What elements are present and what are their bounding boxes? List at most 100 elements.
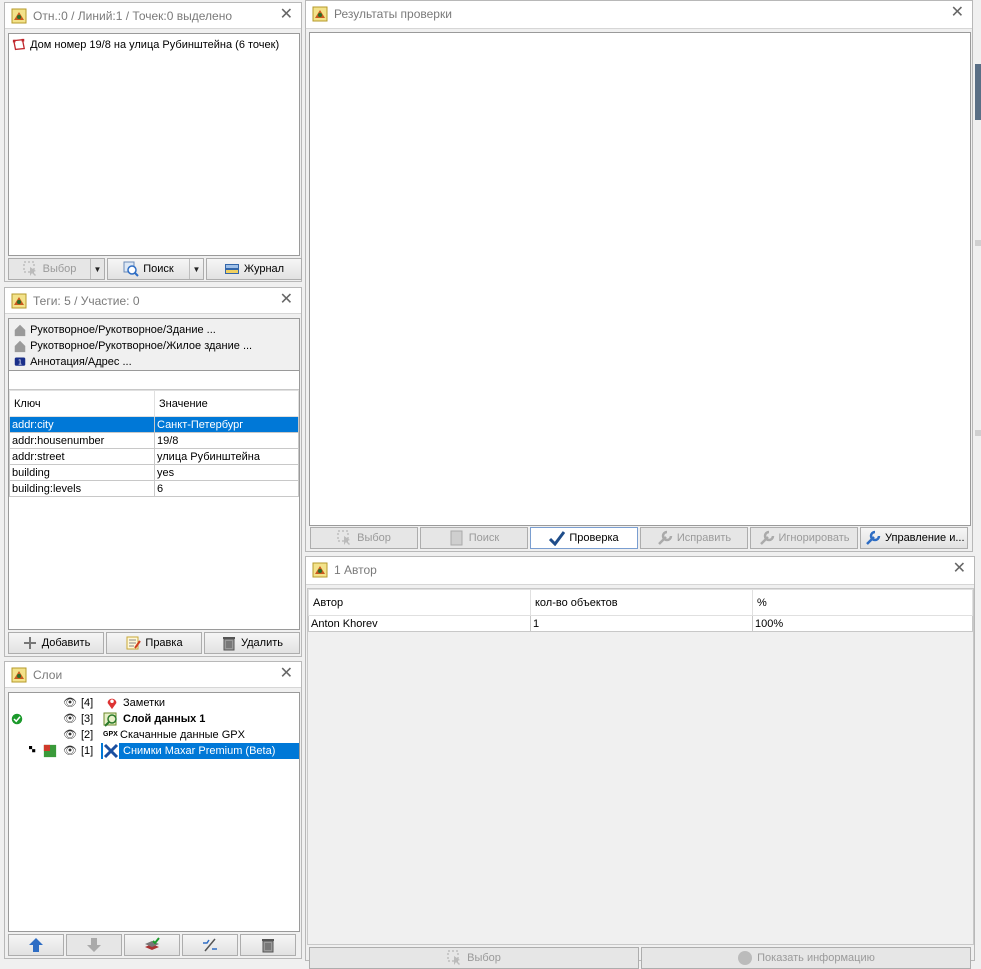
tag-key[interactable]: addr:city — [9, 416, 155, 433]
tag-value[interactable]: 19/8 — [154, 432, 299, 449]
history-button[interactable]: Журнал — [206, 258, 302, 280]
column-header-count[interactable]: кол-во объектов — [530, 589, 753, 616]
info-icon — [738, 951, 753, 965]
table-row[interactable]: addr:street улица Рубинштейна — [9, 448, 299, 465]
selection-list[interactable]: Дом номер 19/8 на улица Рубинштейна (6 т… — [8, 33, 300, 256]
eye-icon[interactable]: 👁 — [63, 711, 77, 727]
tag-key[interactable]: building:levels — [9, 480, 155, 497]
josm-logo-icon — [11, 8, 27, 24]
validation-panel-title: Результаты проверки — [334, 7, 452, 21]
imagery-adjust-icon[interactable] — [43, 744, 57, 758]
author-count[interactable]: 1 — [530, 615, 753, 632]
tags-table: Ключ Значение addr:city Санкт-Петербург … — [9, 390, 299, 497]
search-button[interactable]: Поиск ▼ — [107, 258, 204, 280]
validation-panel-titlebar[interactable]: Результаты проверки ✕ — [306, 1, 972, 29]
layer-row-notes[interactable]: 👁 [4] Заметки — [9, 695, 299, 711]
layers-panel-titlebar[interactable]: Слои ✕ — [5, 662, 301, 688]
selection-panel-titlebar[interactable]: Отн.:0 / Линий:1 / Точек:0 выделено ✕ — [5, 3, 301, 29]
preset-link[interactable]: Рукотворное/Рукотворное/Здание ... — [9, 322, 299, 338]
validation-results-tree[interactable] — [309, 32, 971, 526]
select-cursor-icon — [23, 261, 36, 276]
tag-key[interactable]: addr:housenumber — [9, 432, 155, 449]
house-icon — [14, 340, 26, 353]
wrench-icon — [657, 530, 673, 545]
selection-panel-title: Отн.:0 / Линий:1 / Точек:0 выделено — [33, 9, 232, 23]
move-up-button[interactable] — [8, 934, 64, 956]
authors-panel-titlebar[interactable]: 1 Автор ✕ — [306, 557, 974, 585]
column-header-percent[interactable]: % — [752, 589, 973, 616]
tag-key[interactable]: addr:street — [9, 448, 155, 465]
selection-item-label: Дом номер 19/8 на улица Рубинштейна (6 т… — [30, 39, 280, 51]
validate-button[interactable]: Проверка — [530, 527, 638, 549]
tag-key[interactable]: building — [9, 464, 155, 481]
tags-table-area[interactable]: Ключ Значение addr:city Санкт-Петербург … — [8, 370, 300, 630]
ignore-button[interactable]: Игнорировать — [750, 527, 858, 549]
delete-layer-button[interactable] — [240, 934, 296, 956]
josm-logo-icon — [11, 293, 27, 309]
layer-row-data[interactable]: 👁 [3] Слой данных 1 — [9, 711, 299, 727]
layers-list[interactable]: 👁 [4] Заметки 👁 [3] Слой данных 1 👁 [2] … — [8, 692, 300, 932]
fix-button[interactable]: Исправить — [640, 527, 748, 549]
close-icon[interactable]: ✕ — [280, 666, 293, 682]
edit-tag-button[interactable]: Правка — [106, 632, 202, 654]
table-row[interactable]: building yes — [9, 464, 299, 481]
table-row[interactable]: addr:city Санкт-Петербург — [9, 416, 299, 433]
table-row[interactable]: Anton Khorev 1 100% — [308, 615, 973, 632]
close-icon[interactable]: ✕ — [953, 561, 966, 577]
tag-value[interactable]: Санкт-Петербург — [154, 416, 299, 433]
chevron-down-icon[interactable]: ▼ — [189, 259, 203, 279]
tags-panel-titlebar[interactable]: Теги: 5 / Участие: 0 ✕ — [5, 288, 301, 314]
close-icon[interactable]: ✕ — [280, 292, 293, 308]
layers-panel: Слои ✕ 👁 [4] Заметки 👁 [3] Слой данных 1… — [4, 661, 302, 959]
show-info-button[interactable]: Показать информацию — [641, 947, 971, 969]
list-item[interactable]: Дом номер 19/8 на улица Рубинштейна (6 т… — [9, 37, 299, 53]
author-name[interactable]: Anton Khorev — [308, 615, 531, 632]
select-button[interactable]: Выбор — [310, 527, 418, 549]
offset-icon[interactable] — [29, 746, 39, 756]
search-icon — [450, 530, 463, 546]
close-icon[interactable]: ✕ — [951, 5, 964, 21]
layers-check-icon — [145, 937, 160, 950]
history-icon — [224, 264, 239, 274]
table-row[interactable]: addr:housenumber 19/8 — [9, 432, 299, 449]
layer-row-gpx[interactable]: 👁 [2] GPX Скачанные данные GPX — [9, 727, 299, 743]
table-row[interactable]: building:levels 6 — [9, 480, 299, 497]
delete-tag-button[interactable]: Удалить — [204, 632, 300, 654]
eye-icon[interactable]: 👁 — [63, 695, 77, 711]
preset-link[interactable]: Рукотворное/Рукотворное/Жилое здание ... — [9, 338, 299, 354]
column-header-author[interactable]: Автор — [308, 589, 531, 616]
select-button[interactable]: Выбор — [309, 947, 639, 969]
map-scrollbar[interactable] — [975, 240, 981, 246]
authors-table-area[interactable]: Автор кол-во объектов % Anton Khorev 1 1… — [307, 588, 974, 945]
move-down-button[interactable] — [66, 934, 122, 956]
select-button[interactable]: Выбор ▼ — [8, 258, 105, 280]
eye-icon[interactable]: 👁 — [63, 743, 77, 759]
josm-logo-icon — [11, 667, 27, 683]
preset-link[interactable]: 1 Аннотация/Адрес ... — [9, 354, 299, 370]
search-button[interactable]: Поиск — [420, 527, 528, 549]
layer-row-imagery[interactable]: 👁 [1] Снимки Maxar Premium (Beta) — [9, 743, 299, 759]
tag-value[interactable]: 6 — [154, 480, 299, 497]
map-scrollbar[interactable] — [975, 430, 981, 436]
eye-icon[interactable]: 👁 — [63, 727, 77, 743]
column-header-key[interactable]: Ключ — [9, 390, 155, 417]
activate-layer-button[interactable] — [124, 934, 180, 956]
authors-table: Автор кол-во объектов % Anton Khorev 1 1… — [308, 589, 973, 632]
column-header-value[interactable]: Значение — [154, 390, 299, 417]
manage-ignore-button[interactable]: Управление и... — [860, 527, 968, 549]
visibility-button[interactable] — [182, 934, 238, 956]
layer-name: Снимки Maxar Premium (Beta) — [123, 745, 276, 757]
validation-toolbar: Выбор Поиск Проверка Исправить Игнориров… — [310, 527, 968, 549]
tag-value[interactable]: yes — [154, 464, 299, 481]
add-tag-button[interactable]: Добавить — [8, 632, 104, 654]
tag-value[interactable]: улица Рубинштейна — [154, 448, 299, 465]
wrench-icon — [866, 530, 881, 545]
table-spacer — [9, 371, 299, 390]
map-scrollbar[interactable] — [975, 64, 981, 120]
trash-icon — [223, 637, 235, 651]
close-icon[interactable]: ✕ — [280, 7, 293, 23]
tags-panel-title: Теги: 5 / Участие: 0 — [33, 294, 140, 308]
josm-logo-icon — [312, 6, 328, 22]
author-percent[interactable]: 100% — [752, 615, 973, 632]
chevron-down-icon[interactable]: ▼ — [90, 259, 104, 279]
